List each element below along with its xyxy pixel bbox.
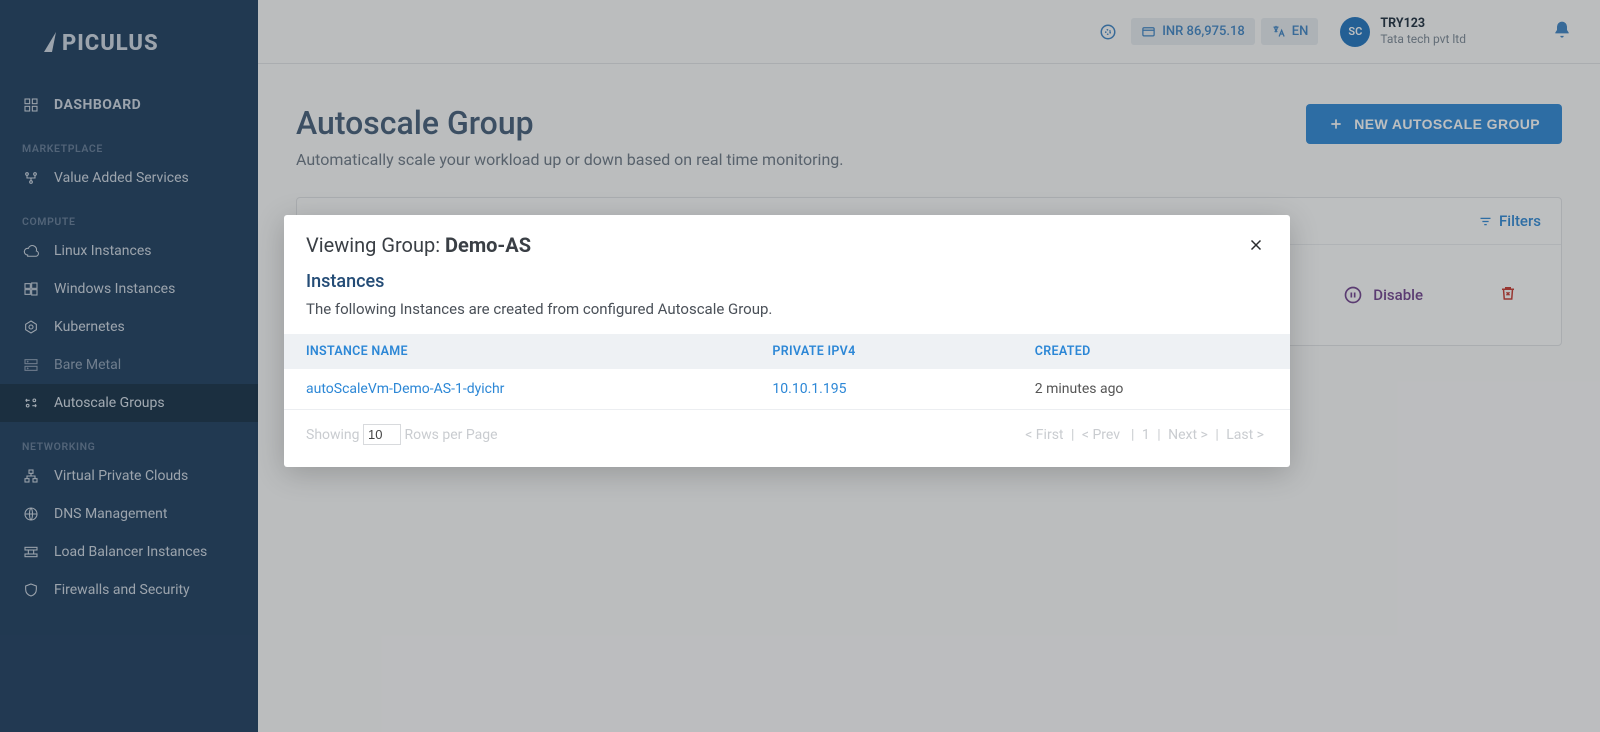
- instance-created: 2 minutes ago: [1035, 381, 1268, 397]
- close-icon: [1247, 236, 1265, 254]
- modal-overlay: Viewing Group: Demo-AS Instances The fol…: [0, 0, 1600, 732]
- table-header: INSTANCE NAME PRIVATE IPV4 CREATED: [284, 334, 1290, 369]
- modal-title-prefix: Viewing Group:: [306, 233, 445, 257]
- instance-ip-link[interactable]: 10.10.1.195: [772, 381, 1034, 397]
- rows-per-page: Showing Rows per Page: [306, 424, 498, 445]
- rows-per-page-input[interactable]: [363, 424, 401, 445]
- modal-section-title: Instances: [306, 271, 1268, 292]
- modal-section-desc: The following Instances are created from…: [306, 300, 1268, 318]
- paginator: < First | < Prev | 1 | Next > | Last >: [1021, 427, 1268, 443]
- rows-label: Rows per Page: [405, 427, 498, 443]
- instance-name-link[interactable]: autoScaleVm-Demo-AS-1-dyichr: [306, 381, 772, 397]
- modal-title: Viewing Group: Demo-AS: [306, 233, 531, 257]
- col-private-ip: PRIVATE IPV4: [772, 344, 1034, 359]
- current-page: 1: [1142, 427, 1150, 443]
- first-page[interactable]: < First: [1025, 427, 1063, 443]
- showing-label: Showing: [306, 427, 360, 443]
- col-created: CREATED: [1035, 344, 1268, 359]
- table-row: autoScaleVm-Demo-AS-1-dyichr 10.10.1.195…: [284, 369, 1290, 410]
- prev-page[interactable]: < Prev: [1082, 427, 1120, 443]
- close-button[interactable]: [1244, 233, 1268, 257]
- next-page[interactable]: Next >: [1168, 427, 1208, 443]
- col-instance-name: INSTANCE NAME: [306, 344, 772, 359]
- last-page[interactable]: Last >: [1226, 427, 1264, 443]
- viewing-group-modal: Viewing Group: Demo-AS Instances The fol…: [284, 215, 1290, 467]
- modal-group-name: Demo-AS: [445, 233, 531, 257]
